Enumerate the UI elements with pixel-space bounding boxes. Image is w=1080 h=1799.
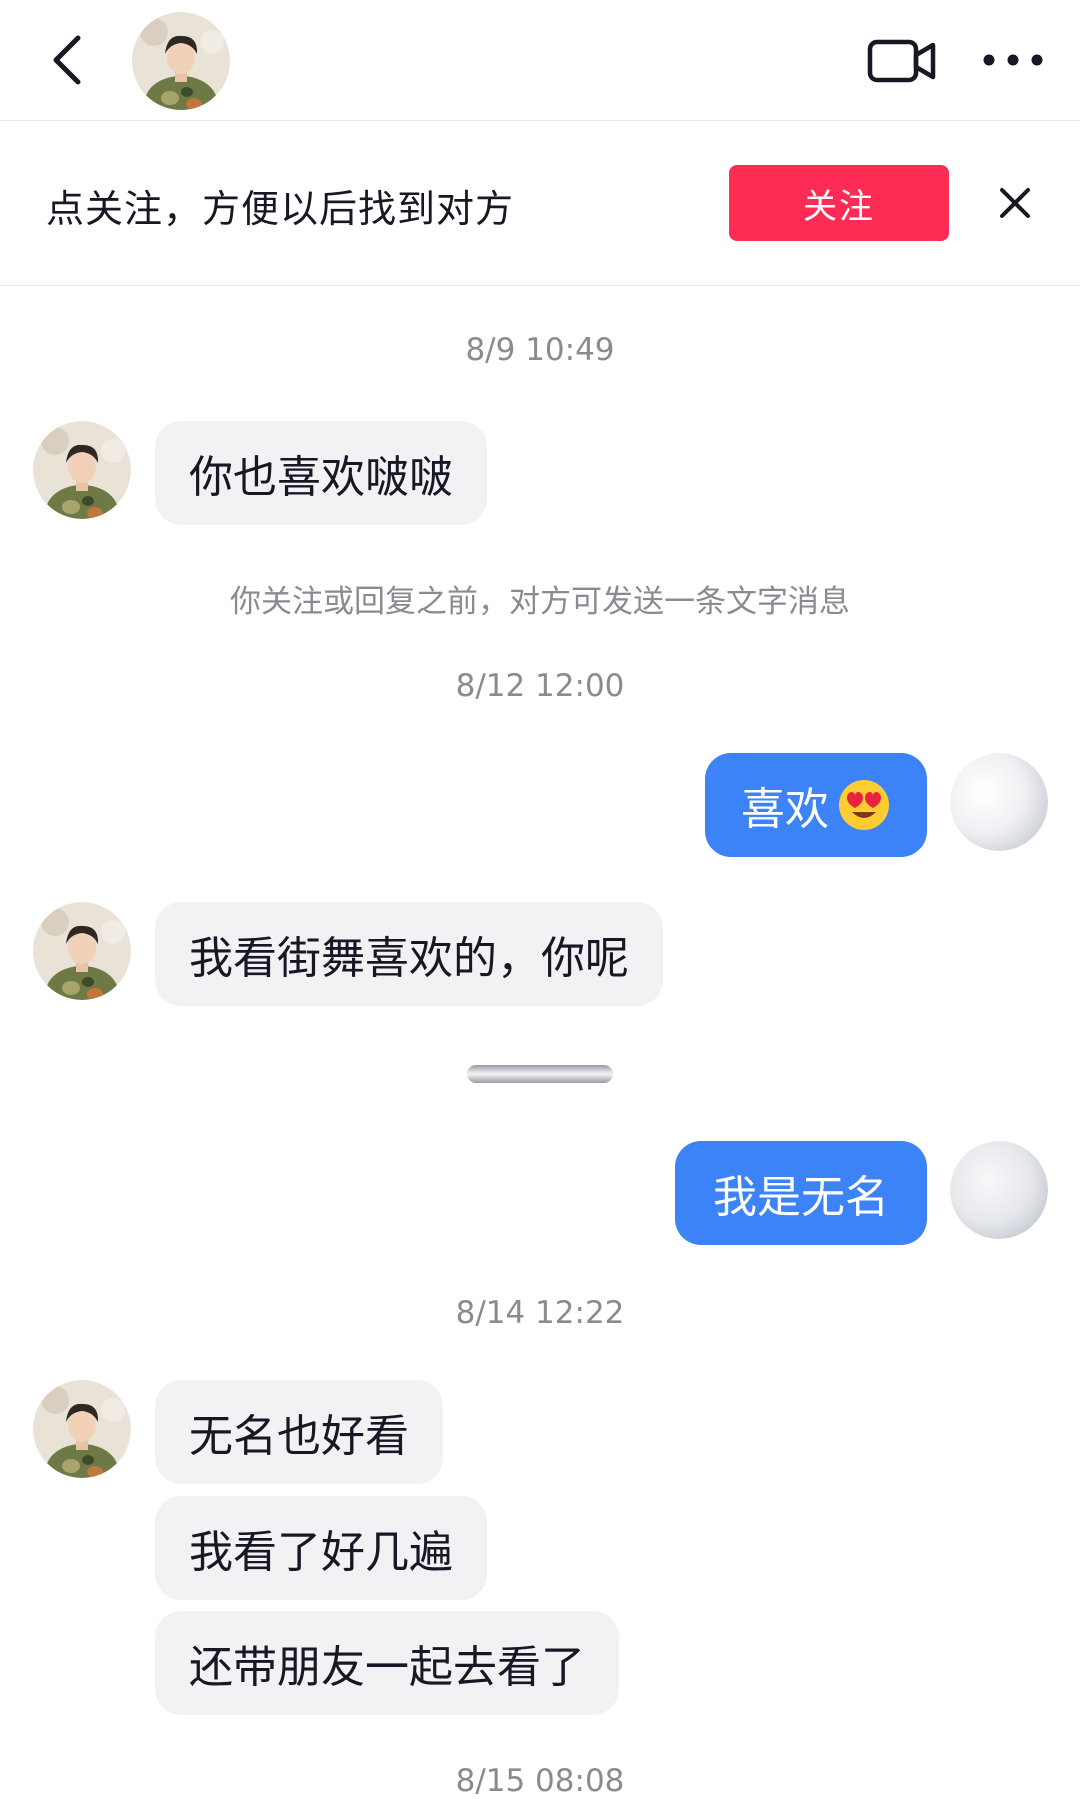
sender-avatar[interactable] [33,1380,131,1478]
sender-avatar[interactable] [33,421,131,519]
contact-avatar[interactable] [132,12,230,110]
self-avatar[interactable] [950,753,1048,851]
ellipsis-icon [983,54,1043,66]
avatar-image [950,753,1048,851]
sender-avatar[interactable] [33,902,131,1000]
incoming-message[interactable]: 我看了好几遍 [155,1496,487,1600]
follow-prompt-text: 点关注，方便以后找到对方 [46,187,515,231]
back-button[interactable] [38,28,102,92]
incoming-message[interactable]: 还带朋友一起去看了 [155,1611,619,1715]
more-options-button[interactable] [978,40,1048,80]
self-avatar[interactable] [950,1141,1048,1239]
incoming-message[interactable]: 无名也好看 [155,1380,443,1484]
message-text: 喜欢 [741,784,829,835]
avatar-image [33,1380,131,1478]
redacted-separator [465,1062,615,1086]
outgoing-message[interactable]: 我是无名 [675,1141,927,1245]
chevron-left-icon [53,35,81,85]
avatar-image [132,12,230,110]
avatar-image [33,902,131,1000]
avatar-image [33,421,131,519]
close-icon [1000,188,1030,218]
incoming-message[interactable]: 你也喜欢啵啵 [155,421,487,525]
timestamp: 8/12 12:00 [455,668,625,704]
timestamp: 8/9 10:49 [465,332,615,368]
system-notice: 你关注或回复之前，对方可发送一条文字消息 [230,584,850,620]
close-banner-button[interactable] [992,180,1038,226]
outgoing-message[interactable]: 喜欢 [705,753,927,857]
incoming-message[interactable]: 我看街舞喜欢的，你呢 [155,902,663,1006]
video-camera-icon [867,39,936,83]
avatar-image [950,1141,1048,1239]
follow-button[interactable]: 关注 [729,165,949,241]
video-call-button[interactable] [866,36,938,86]
heart-eyes-emoji-icon [839,780,889,830]
timestamp: 8/14 12:22 [455,1295,625,1331]
